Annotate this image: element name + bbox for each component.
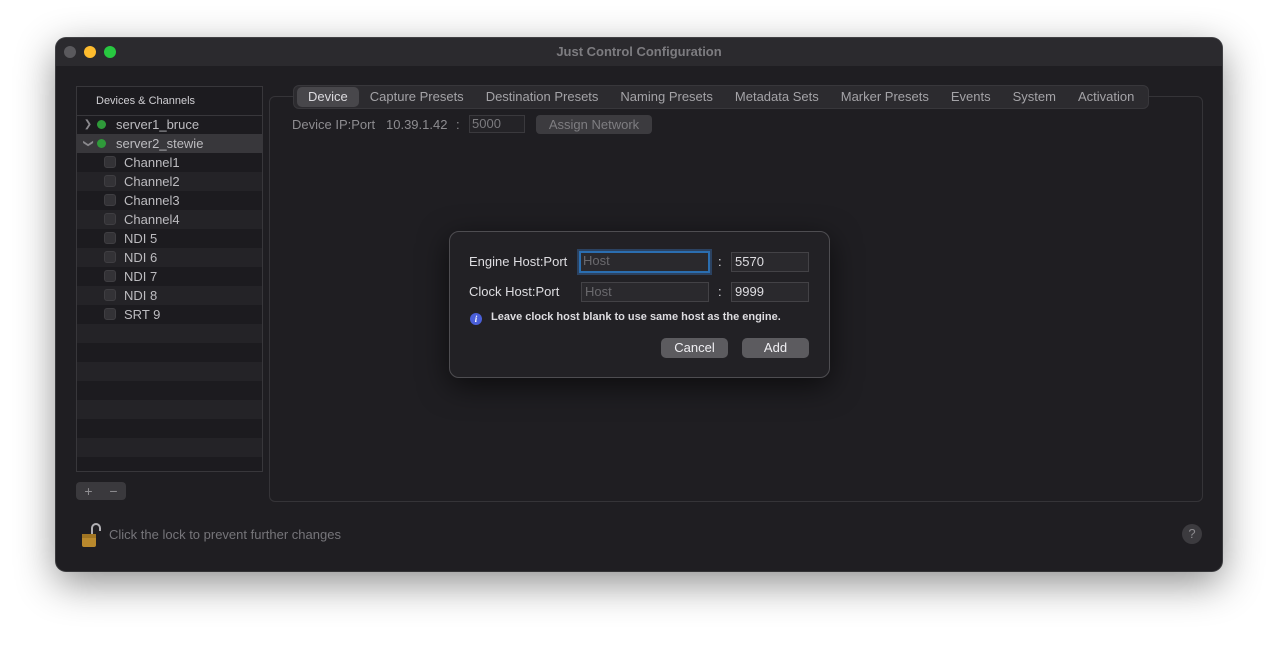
window-title: Just Control Configuration	[556, 44, 722, 59]
config-window: Just Control Configuration Devices & Cha…	[56, 38, 1222, 571]
add-remove-control: + −	[76, 482, 126, 500]
add-button[interactable]: Add	[742, 338, 809, 358]
channel-row[interactable]: NDI 7	[77, 267, 262, 286]
tab-naming-presets[interactable]: Naming Presets	[609, 87, 723, 107]
empty-row	[77, 419, 262, 438]
channel-row[interactable]: Channel2	[77, 172, 262, 191]
channel-checkbox[interactable]	[104, 213, 116, 225]
unlocked-lock-icon[interactable]	[81, 520, 101, 550]
lock-hint-text: Click the lock to prevent further change…	[109, 527, 341, 542]
add-device-button[interactable]: +	[76, 482, 101, 500]
channel-row[interactable]: Channel3	[77, 191, 262, 210]
tab-marker-presets[interactable]: Marker Presets	[830, 87, 940, 107]
device-ip-line: Device IP:Port 10.39.1.42 :	[292, 115, 460, 135]
empty-row	[77, 438, 262, 457]
tab-bar: Device Capture Presets Destination Prese…	[293, 85, 1150, 109]
chevron-right-icon[interactable]: ❯	[83, 115, 93, 134]
sidebar-header: Devices & Channels	[77, 87, 262, 116]
device-name: server2_stewie	[116, 136, 204, 151]
channel-row[interactable]: NDI 5	[77, 229, 262, 248]
tab-events[interactable]: Events	[940, 87, 1002, 107]
chevron-down-icon[interactable]: ❯	[79, 139, 98, 149]
cancel-button[interactable]: Cancel	[661, 338, 728, 358]
channel-name: NDI 8	[124, 288, 158, 303]
channel-checkbox[interactable]	[104, 289, 116, 301]
clock-port-input[interactable]: 9999	[731, 282, 809, 302]
remove-device-button[interactable]: −	[101, 482, 126, 500]
help-button[interactable]: ?	[1182, 524, 1202, 544]
info-icon: i	[470, 313, 482, 325]
device-row[interactable]: ❯ server2_stewie	[77, 134, 262, 153]
device-ip-label: Device IP:Port	[292, 117, 376, 132]
empty-row	[77, 343, 262, 362]
channel-checkbox[interactable]	[104, 156, 116, 168]
channel-name: NDI 7	[124, 269, 158, 284]
info-message: Leave clock host blank to use same host …	[491, 311, 781, 323]
channel-name: NDI 6	[124, 250, 158, 265]
channel-row[interactable]: Channel4	[77, 210, 262, 229]
channel-checkbox[interactable]	[104, 270, 116, 282]
channel-row[interactable]: NDI 8	[77, 286, 262, 305]
channel-row[interactable]: NDI 6	[77, 248, 262, 267]
channel-name: Channel1	[124, 155, 180, 170]
channel-name: Channel2	[124, 174, 180, 189]
tab-system[interactable]: System	[1002, 87, 1067, 107]
channel-name: Channel3	[124, 193, 180, 208]
engine-host-label: Engine Host:Port	[469, 254, 568, 269]
tab-metadata-sets[interactable]: Metadata Sets	[724, 87, 830, 107]
engine-host-input[interactable]: Host	[579, 251, 710, 273]
tab-device[interactable]: Device	[297, 87, 359, 107]
clock-port-separator: :	[718, 284, 722, 299]
device-ip-value: 10.39.1.42	[386, 117, 448, 132]
device-tree: ❯ server1_bruce ❯ server2_stewie Channel…	[77, 115, 262, 476]
device-name: server1_bruce	[116, 117, 200, 132]
channel-name: SRT 9	[124, 307, 161, 322]
channel-checkbox[interactable]	[104, 175, 116, 187]
channel-checkbox[interactable]	[104, 308, 116, 320]
tab-capture-presets[interactable]: Capture Presets	[359, 87, 475, 107]
title-bar: Just Control Configuration	[56, 38, 1222, 66]
tab-activation[interactable]: Activation	[1067, 87, 1145, 107]
empty-row	[77, 381, 262, 400]
channel-row[interactable]: SRT 9	[77, 305, 262, 324]
channel-checkbox[interactable]	[104, 251, 116, 263]
engine-port-input[interactable]: 5570	[731, 252, 809, 272]
channel-checkbox[interactable]	[104, 232, 116, 244]
empty-row	[77, 400, 262, 419]
status-online-icon	[97, 120, 106, 129]
ip-port-separator: :	[456, 117, 460, 132]
add-engine-dialog: Engine Host:Port Host : 5570 Clock Host:…	[449, 231, 830, 378]
channel-checkbox[interactable]	[104, 194, 116, 206]
devices-sidebar: Devices & Channels ❯ server1_bruce ❯ ser…	[76, 86, 263, 472]
channel-row[interactable]: Channel1	[77, 153, 262, 172]
device-row[interactable]: ❯ server1_bruce	[77, 115, 262, 134]
clock-host-input[interactable]: Host	[581, 282, 709, 302]
channel-name: NDI 5	[124, 231, 158, 246]
channel-name: Channel4	[124, 212, 180, 227]
status-online-icon	[97, 139, 106, 148]
engine-port-separator: :	[718, 254, 722, 269]
empty-row	[77, 324, 262, 343]
tab-destination-presets[interactable]: Destination Presets	[475, 87, 610, 107]
empty-row	[77, 362, 262, 381]
clock-host-label: Clock Host:Port	[469, 284, 560, 299]
empty-row	[77, 457, 262, 476]
assign-network-button[interactable]: Assign Network	[536, 115, 652, 134]
device-port-field[interactable]: 5000	[469, 115, 525, 133]
